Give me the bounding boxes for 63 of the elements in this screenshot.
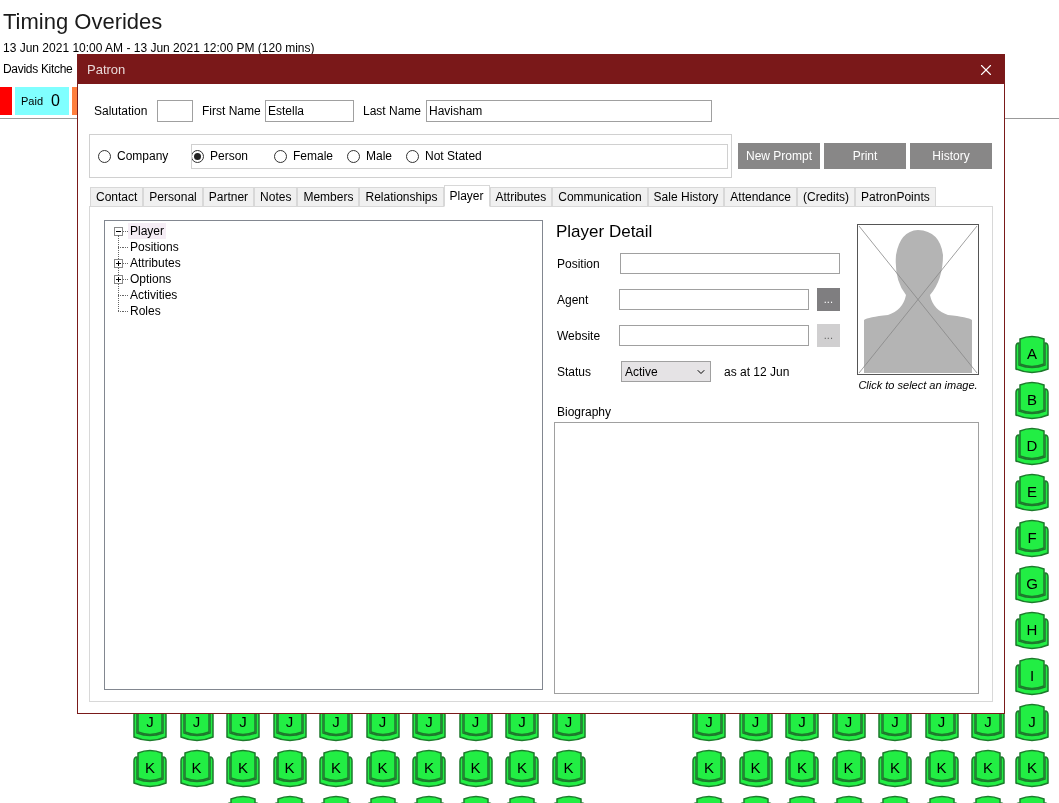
tab[interactable]: PatronPoints [855,187,936,207]
radio-option[interactable]: Company [98,147,191,165]
radio-label: Male [366,148,393,165]
radio-label: Company [117,148,169,165]
action-button[interactable]: New Prompt [738,143,820,169]
date-range: 13 Jun 2021 10:00 AM - 13 Jun 2021 12:00 PM (120 mins) [3,40,316,56]
action-button[interactable]: Print [824,143,906,169]
image-placeholder[interactable] [857,224,979,375]
text-field[interactable] [618,289,809,310]
radio-option[interactable]: Male [347,147,393,165]
field-label: Agent [557,291,590,309]
radio-label: Female [293,148,333,165]
text-field[interactable] [157,100,193,122]
tree-item[interactable]: Roles [128,303,163,319]
page-title: Timing Overides [3,8,164,36]
dialog-title: Patron [87,60,126,79]
tree-item[interactable]: Options [128,271,174,287]
radio-option[interactable]: Not Stated [406,147,482,165]
expand-icon[interactable] [114,274,123,284]
field-label: Salutation [94,103,149,120]
tab[interactable]: Attributes [489,187,553,207]
tab[interactable]: Members [297,187,360,207]
tab[interactable]: Partner [202,187,255,207]
radio-label: Not Stated [425,148,482,165]
tab[interactable]: Personal [143,187,203,207]
field-label: Website [557,327,602,345]
field-label: Position [557,255,601,273]
radio-label: Person [210,148,249,165]
tree-item[interactable]: Activities [128,287,180,303]
biography-label: Biography [557,405,613,419]
radio-option[interactable]: Person [191,147,268,165]
section-heading: Player Detail [556,221,654,243]
collapse-icon[interactable] [114,226,123,236]
radio-option[interactable]: Female [274,147,333,165]
text-field[interactable]: Havisham [426,100,712,122]
expand-icon[interactable] [114,258,123,268]
status-dropdown[interactable]: Active [621,361,711,382]
text-field[interactable] [620,253,840,274]
browse-button[interactable]: ... [816,288,840,311]
tab[interactable]: Sale History [647,187,725,207]
text-field[interactable] [618,325,809,346]
biography-field[interactable] [554,422,979,694]
tree-item[interactable]: Attributes [128,255,183,271]
venue-name: Davids Kitche [3,61,73,78]
text-field[interactable]: Estella [265,100,354,122]
person-silhouette-icon [858,225,978,374]
image-caption: Click to select an image. [858,378,978,393]
chip-label: Paid [21,93,44,109]
tab[interactable]: Player [443,185,490,207]
chip-count: 0 [51,91,60,111]
tree-item[interactable]: Player [128,223,166,239]
tab[interactable]: Relationships [359,187,444,207]
status-note: as at 12 Jun [724,363,790,381]
tree-item[interactable]: Positions [128,239,181,255]
tab[interactable]: Notes [254,187,298,207]
field-label: Last Name [363,103,423,120]
field-label: Status [557,363,593,381]
tab[interactable]: Contact [90,187,144,207]
tab[interactable]: Attendance [724,187,797,207]
tab[interactable]: Communication [552,187,648,207]
action-button[interactable]: History [910,143,992,169]
tab[interactable]: (Credits) [797,187,856,207]
field-label: First Name [202,103,262,120]
